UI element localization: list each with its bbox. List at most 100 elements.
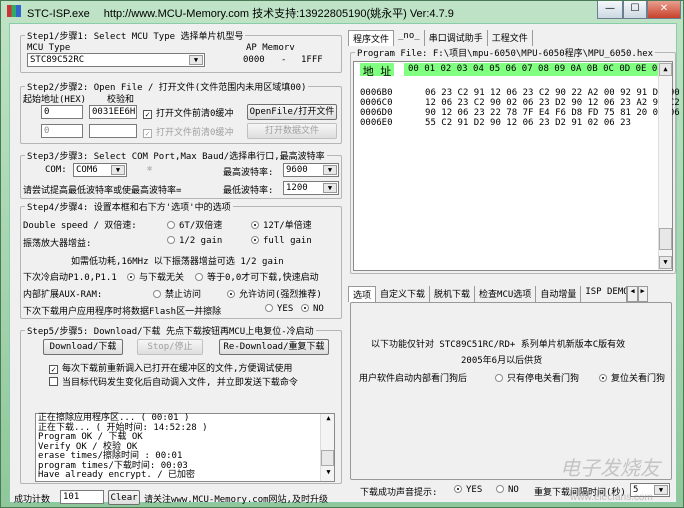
clear-data-buffer-checkbox[interactable]: ✓ 打开文件前清0缓冲	[143, 125, 233, 138]
scroll-down-icon[interactable]: ▼	[659, 256, 672, 269]
stop-button[interactable]: Stop/停止	[137, 339, 203, 355]
radio-icon	[496, 485, 504, 493]
auto-reload-checkbox[interactable]: 当目标代码发生变化后自动调入文件, 并立即发送下载命令	[49, 375, 298, 388]
open-data-file-button[interactable]: 打开数据文件	[247, 123, 337, 139]
aux-ram-label: 内部扩展AUX-RAM:	[23, 290, 103, 300]
radio-wdt-reset[interactable]: 复位关看门狗	[599, 371, 665, 384]
chevron-down-icon[interactable]: ▼	[654, 485, 668, 495]
app-window: STC-ISP.exe http://www.MCU-Memory.com 技术支…	[0, 0, 684, 508]
step4-group: Step4/步骤4: 设置本框和右下方'选项'中的选项 Double speed…	[20, 200, 342, 319]
radio-label: 等于0,0才可下载,快速启动	[207, 273, 319, 283]
tab-offline-download[interactable]: 脱机下载	[430, 286, 476, 302]
scroll-thumb[interactable]	[659, 228, 672, 250]
tab-scroll-left-icon[interactable]: ◀	[627, 286, 638, 302]
radio-6t[interactable]: 6T/双倍速	[167, 218, 222, 231]
radio-erase-no[interactable]: NO	[301, 304, 324, 314]
max-baud-select[interactable]: 9600 ▼	[283, 163, 339, 177]
maximize-button[interactable]: ☐	[623, 1, 647, 19]
chevron-down-icon[interactable]: ▼	[323, 165, 337, 175]
mcu-type-label: MCU Type	[27, 43, 71, 53]
radio-aux-disable[interactable]: 禁止访问	[153, 287, 201, 300]
tab-custom-download[interactable]: 自定义下载	[376, 286, 431, 302]
chevron-down-icon[interactable]: ▼	[189, 55, 203, 65]
tab-auto-increment[interactable]: 自动增量	[536, 286, 582, 302]
hex-viewer[interactable]: 地 址 00 01 02 03 04 05 06 07 08 09 0A 0B …	[353, 61, 680, 271]
chevron-down-icon[interactable]: ▼	[111, 165, 125, 175]
tab-check-mcu[interactable]: 检查MCU选项	[475, 286, 537, 302]
min-baud-label: 最低波特率:	[223, 186, 274, 196]
radio-cold-unrelated[interactable]: 与下载无关	[127, 270, 184, 283]
scroll-thumb[interactable]	[321, 450, 334, 466]
radio-12t[interactable]: 12T/单倍速	[251, 218, 312, 231]
checkbox-icon	[49, 377, 58, 386]
status-light-icon: ✱	[147, 164, 153, 174]
radio-label: full gain	[263, 236, 312, 246]
step1-legend: Step1/步骤1: Select MCU Type 选择单片机型号	[25, 29, 246, 42]
mcu-type-select[interactable]: STC89C52RC ▼	[27, 53, 205, 67]
tab-serial-assistant[interactable]: 串口调试助手	[425, 30, 488, 46]
radio-label: 禁止访问	[165, 290, 202, 300]
scroll-up-icon[interactable]: ▲	[321, 414, 334, 427]
radio-label: YES	[466, 485, 483, 495]
tab-options[interactable]: 选项	[348, 286, 377, 302]
radio-full-gain[interactable]: full gain	[251, 236, 312, 246]
download-log[interactable]: 正在擦除应用程序区... ( 00:01 ) 正在下载... ( 开始时间: 1…	[35, 413, 335, 482]
data-address-input[interactable]: 0	[41, 124, 83, 138]
scroll-down-icon[interactable]: ▼	[321, 468, 334, 481]
log-line: Have already encrypt. / 已加密	[38, 470, 196, 480]
step5-legend: Step5/步骤5: Download/下载 先点下载按钮再MCU上电复位-冷启…	[25, 324, 316, 337]
com-port-select[interactable]: COM6 ▼	[73, 163, 127, 177]
close-button[interactable]: ✕	[647, 1, 681, 19]
hex-scrollbar[interactable]: ▲ ▼	[658, 62, 672, 270]
radio-icon	[195, 273, 203, 281]
radio-sound-yes[interactable]: YES	[454, 485, 482, 495]
download-button[interactable]: Download/下载	[43, 339, 123, 355]
hex-address: 0006B0	[360, 88, 393, 98]
osc-hint: 如需低功耗,16MHz 以下振荡器增益可选 1/2 gain	[71, 257, 284, 267]
tab-isp-demo[interactable]: ISP DEMO	[581, 286, 628, 302]
radio-wdt-poweroff[interactable]: 只有停电关看门狗	[495, 371, 579, 384]
clear-data-buffer-label: 打开文件前清0缓冲	[156, 128, 234, 138]
tab-project-file[interactable]: 工程文件	[488, 30, 533, 46]
program-file-path: Program File: F:\项目\mpu-6050\MPU-6050程序\…	[355, 46, 656, 59]
tab-scroll-right-icon[interactable]: ▶	[637, 286, 648, 302]
radio-cold-p10[interactable]: 等于0,0才可下载,快速启动	[195, 270, 319, 283]
step2-group: Step2/步骤2: Open File / 打开文件(文件范围内未用区域填00…	[20, 80, 342, 144]
minimize-button[interactable]: —	[597, 1, 623, 19]
hex-row: 0006B0 06 23 C2 91 12 06 23 C2 90 22 A2 …	[360, 88, 680, 98]
tab-no[interactable]: _no_	[394, 30, 425, 46]
checksum-field: 0031EE6H	[89, 105, 137, 119]
window-title: STC-ISP.exe	[27, 8, 90, 20]
chevron-down-icon[interactable]: ▼	[323, 183, 337, 193]
options-line1: 以下功能仅针对 STC89C51RC/RD+ 系列单片机新版本C版有效	[371, 340, 626, 350]
radio-icon	[153, 290, 161, 298]
step1-group: Step1/步骤1: Select MCU Type 选择单片机型号 MCU T…	[20, 29, 342, 73]
radio-icon	[167, 221, 175, 229]
radio-erase-yes[interactable]: YES	[265, 304, 293, 314]
clear-count-button[interactable]: Clear	[108, 490, 140, 505]
data-checksum-field	[89, 124, 137, 138]
app-icon	[7, 5, 21, 17]
radio-icon	[251, 221, 259, 229]
radio-label: 1/2 gain	[179, 236, 223, 246]
clear-buffer-checkbox[interactable]: ✓ 打开文件前清0缓冲	[143, 106, 233, 119]
radio-sound-no[interactable]: NO	[496, 485, 519, 495]
radio-aux-enable[interactable]: 允许访问(强烈推荐)	[227, 287, 322, 300]
address-header: 地 址	[360, 63, 394, 78]
start-address-label: 起始地址(HEX)	[23, 95, 87, 105]
com-label: COM:	[45, 165, 67, 175]
double-speed-label: Double speed / 双倍速:	[23, 221, 137, 231]
step4-legend: Step4/步骤4: 设置本框和右下方'选项'中的选项	[25, 200, 233, 213]
tab-program-file[interactable]: 程序文件	[348, 30, 395, 46]
checkbox-icon: ✓	[49, 365, 58, 374]
redownload-button[interactable]: Re-Download/重复下载	[219, 339, 329, 355]
reload-before-download-checkbox[interactable]: ✓ 每次下载前重新调入已打开在缓冲区的文件,方便调试使用	[49, 361, 292, 374]
radio-half-gain[interactable]: 1/2 gain	[167, 236, 222, 246]
start-address-input[interactable]: 0	[41, 105, 83, 119]
open-file-button[interactable]: OpenFile/打开文件	[247, 104, 337, 120]
radio-icon	[227, 290, 235, 298]
log-scrollbar[interactable]: ▲ ▼	[320, 414, 334, 481]
client-area: Step1/步骤1: Select MCU Type 选择单片机型号 MCU T…	[9, 23, 680, 505]
min-baud-select[interactable]: 1200 ▼	[283, 181, 339, 195]
scroll-up-icon[interactable]: ▲	[659, 63, 672, 76]
